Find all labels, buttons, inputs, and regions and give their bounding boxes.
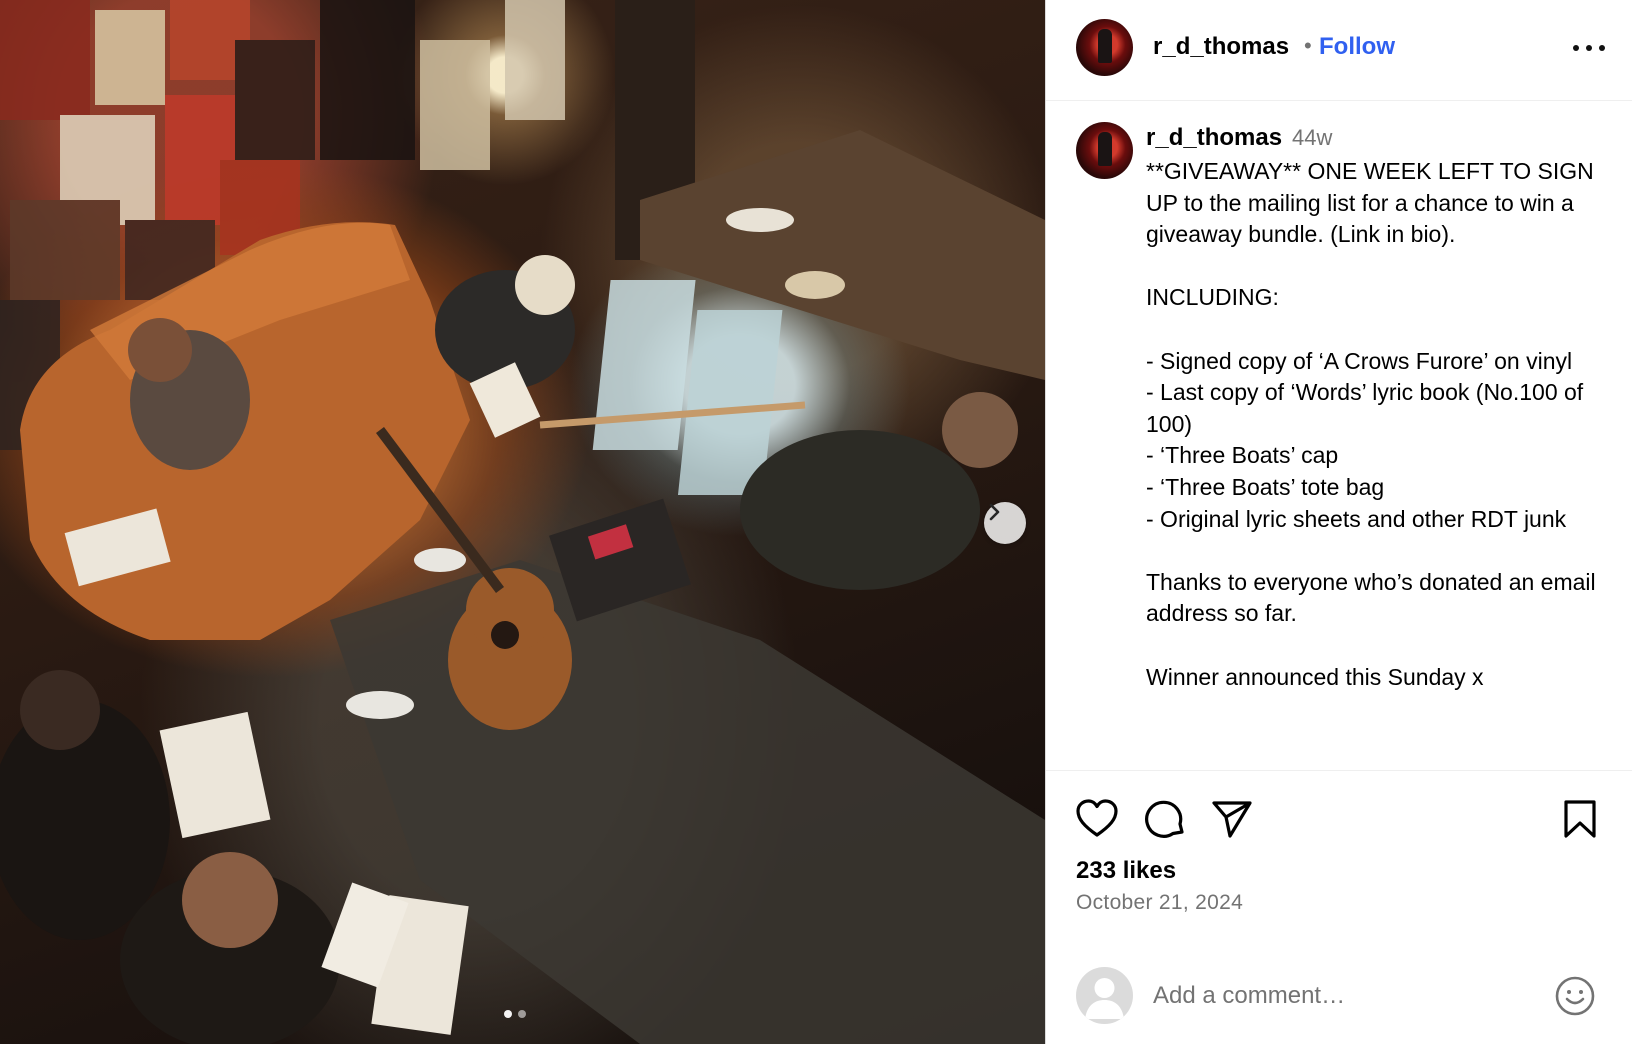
chevron-right-icon xyxy=(989,503,1000,521)
caption-line xyxy=(1146,535,1596,567)
caption-avatar[interactable] xyxy=(1076,122,1133,179)
comment-row xyxy=(1046,960,1632,1030)
post-date: October 21, 2024 xyxy=(1076,891,1244,914)
caption-username[interactable]: r_d_thomas xyxy=(1146,124,1282,151)
caption-text: **GIVEAWAY** ONE WEEK LEFT TO SIGN UP to… xyxy=(1146,156,1596,693)
caption-line: **GIVEAWAY** ONE WEEK LEFT TO SIGN UP to… xyxy=(1146,158,1594,248)
separator-dot: • xyxy=(1304,33,1312,58)
post-header: r_d_thomas • Follow xyxy=(1046,0,1632,101)
default-avatar-icon xyxy=(1085,978,1124,1019)
carousel-dot xyxy=(504,1010,512,1018)
caption-line xyxy=(1146,630,1596,662)
caption-area: r_d_thomas 44w **GIVEAWAY** ONE WEEK LEFT… xyxy=(1046,101,1632,770)
carousel-next-button[interactable] xyxy=(984,502,1026,544)
caption-line: - Last copy of ‘Words’ lyric book (No.10… xyxy=(1146,379,1584,437)
caption-meta: r_d_thomas 44w xyxy=(1146,124,1332,152)
carousel-dot xyxy=(518,1010,526,1018)
caption-line: - ‘Three Boats’ tote bag xyxy=(1146,473,1385,500)
photo-scene xyxy=(0,0,1045,1044)
more-dots-icon xyxy=(1599,45,1605,51)
likes-count[interactable]: 233 likes xyxy=(1076,857,1176,885)
comment-input[interactable] xyxy=(1153,977,1533,1015)
more-dots-icon xyxy=(1586,45,1592,51)
post-time-ago: 44w xyxy=(1292,125,1333,150)
comment-button[interactable] xyxy=(1143,797,1187,841)
caption-line: - Original lyric sheets and other RDT ju… xyxy=(1146,505,1567,532)
caption-line: - Signed copy of ‘A Crows Furore’ on vin… xyxy=(1146,347,1573,374)
caption-line: Winner announced this Sunday x xyxy=(1146,663,1484,690)
heart-icon xyxy=(1076,799,1118,837)
emoji-button[interactable] xyxy=(1553,974,1597,1018)
caption-line: - ‘Three Boats’ cap xyxy=(1146,442,1339,469)
share-button[interactable] xyxy=(1210,797,1254,841)
paper-plane-icon xyxy=(1212,801,1252,838)
caption-line: INCLUDING: xyxy=(1146,284,1279,311)
comment-bubble-icon xyxy=(1145,800,1184,838)
caption-line xyxy=(1146,251,1596,283)
user-avatar xyxy=(1076,967,1133,1024)
author-username[interactable]: r_d_thomas xyxy=(1153,33,1289,61)
caption-line: Thanks to everyone who’s donated an emai… xyxy=(1146,568,1596,627)
more-dots-icon xyxy=(1573,45,1579,51)
actions-divider xyxy=(1046,770,1632,771)
author-avatar[interactable] xyxy=(1076,19,1133,76)
carousel-indicator xyxy=(504,1010,526,1018)
save-button[interactable] xyxy=(1558,797,1602,841)
post-photo xyxy=(0,0,1045,1044)
post-sidebar: r_d_thomas • Follow r_d_thomas 44w **GIVE… xyxy=(1045,0,1632,1044)
like-button[interactable] xyxy=(1075,797,1119,841)
caption-line xyxy=(1146,314,1596,346)
bookmark-icon xyxy=(1564,800,1596,838)
more-options-button[interactable] xyxy=(1573,36,1605,60)
smiley-icon xyxy=(1555,976,1595,1016)
follow-button[interactable]: Follow xyxy=(1319,33,1395,61)
